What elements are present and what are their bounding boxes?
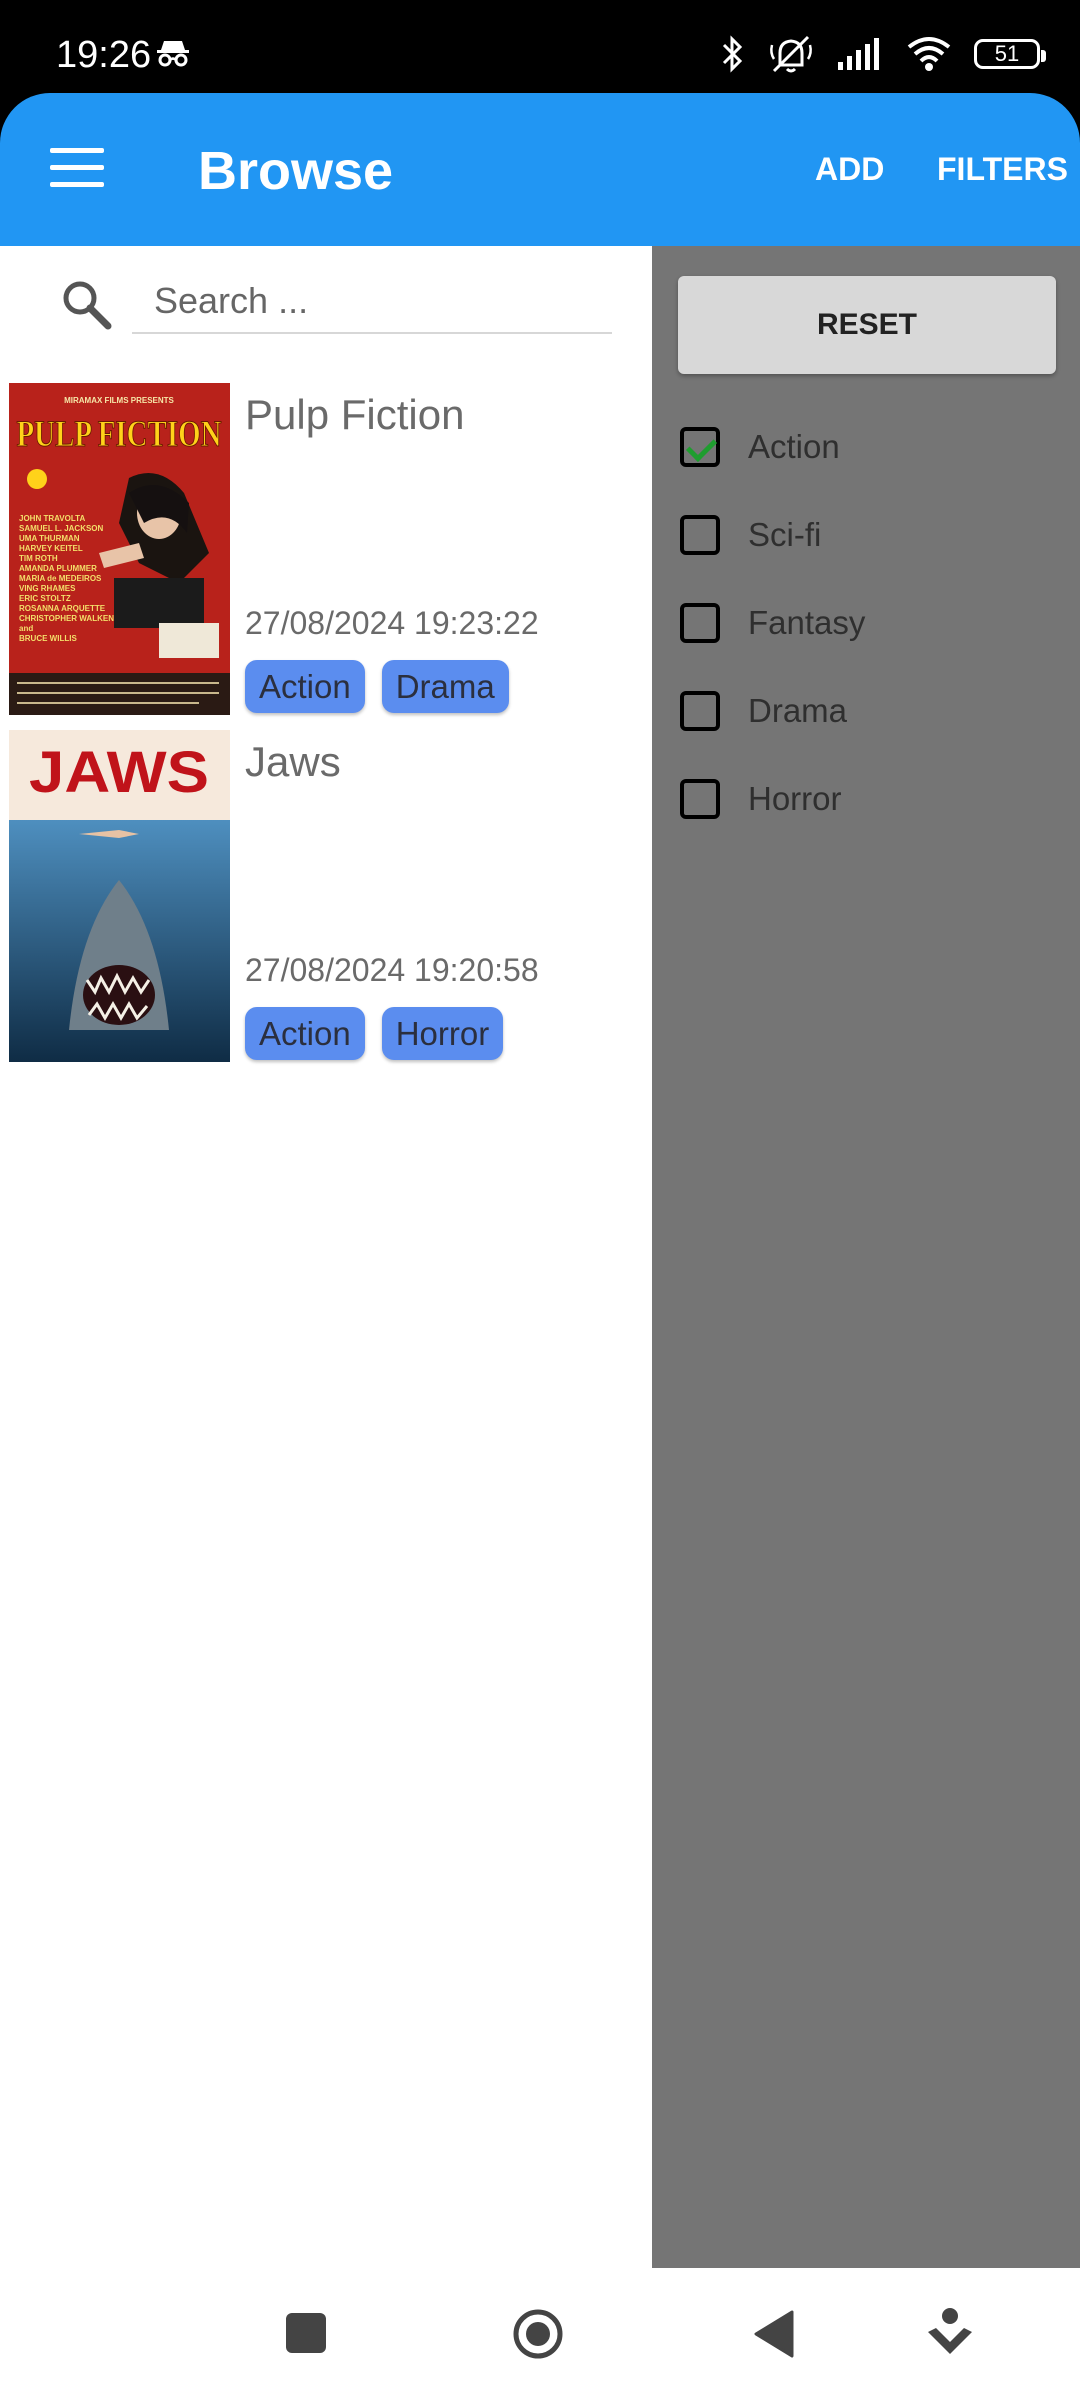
- movie-title: Pulp Fiction: [245, 391, 465, 438]
- tag-list: Action Horror: [245, 1007, 504, 1061]
- svg-text:SAMUEL L. JACKSON: SAMUEL L. JACKSON: [19, 524, 104, 533]
- filter-label: Sci-fi: [748, 516, 822, 553]
- filter-label: Fantasy: [748, 604, 866, 641]
- add-button[interactable]: ADD: [815, 151, 884, 188]
- filter-option-sci-fi[interactable]: Sci-fi: [680, 505, 1060, 565]
- battery-icon: 51: [974, 39, 1046, 69]
- svg-text:ERIC STOLTZ: ERIC STOLTZ: [19, 594, 71, 603]
- checkbox[interactable]: [680, 427, 720, 467]
- battery-level: 51: [994, 41, 1020, 66]
- svg-text:MARIA de MEDEIROS: MARIA de MEDEIROS: [19, 574, 102, 583]
- search-icon: [63, 281, 112, 330]
- svg-text:JOHN TRAVOLTA: JOHN TRAVOLTA: [19, 514, 85, 523]
- poster-title: JAWS: [29, 740, 209, 805]
- wifi-icon: [907, 37, 951, 71]
- incognito-icon: [157, 41, 189, 67]
- checkbox[interactable]: [680, 515, 720, 555]
- status-bar: 19:26 51: [0, 0, 1080, 95]
- checkbox[interactable]: [680, 603, 720, 643]
- home-icon[interactable]: [512, 2308, 564, 2360]
- svg-text:UMA THURMAN: UMA THURMAN: [19, 534, 80, 543]
- recent-apps-icon[interactable]: [286, 2313, 326, 2353]
- filter-label: Drama: [748, 692, 848, 729]
- poster-top-text: MIRAMAX FILMS PRESENTS: [64, 396, 174, 405]
- navigation-bar: [0, 2268, 1080, 2400]
- search-input[interactable]: [132, 270, 612, 334]
- svg-text:BRUCE WILLIS: BRUCE WILLIS: [19, 634, 77, 643]
- bluetooth-icon: [722, 35, 743, 73]
- filter-option-fantasy[interactable]: Fantasy: [680, 593, 1060, 653]
- back-icon[interactable]: [752, 2308, 796, 2360]
- svg-text:TIM ROTH: TIM ROTH: [19, 554, 58, 563]
- filter-option-drama[interactable]: Drama: [680, 681, 1060, 741]
- poster-image: JAWS: [9, 730, 230, 1062]
- filter-panel: RESET Action Sci-fi Fantasy Drama Horror: [652, 246, 1080, 2268]
- list-item[interactable]: JAWS Jaws 27/08/2024 19:20:58 Action Hor…: [0, 730, 652, 1062]
- page-title: Browse: [198, 141, 394, 201]
- svg-text:AMANDA PLUMMER: AMANDA PLUMMER: [19, 564, 97, 573]
- filters-button[interactable]: FILTERS: [937, 151, 1068, 188]
- svg-text:VING RHAMES: VING RHAMES: [19, 584, 76, 593]
- svg-text:and: and: [19, 624, 33, 633]
- poster-image: MIRAMAX FILMS PRESENTS PULP FICTION JOHN…: [9, 383, 230, 715]
- svg-text:HARVEY KEITEL: HARVEY KEITEL: [19, 544, 83, 553]
- filter-option-action[interactable]: Action: [680, 417, 1060, 477]
- genre-tag: Action: [245, 1007, 365, 1061]
- poster-title: PULP FICTION: [17, 414, 222, 455]
- genre-tag: Action: [245, 660, 365, 714]
- menu-icon[interactable]: [50, 148, 104, 188]
- status-icons: 51: [720, 32, 1046, 76]
- checkbox[interactable]: [680, 691, 720, 731]
- signal-icon: [838, 38, 879, 70]
- list-item[interactable]: MIRAMAX FILMS PRESENTS PULP FICTION JOHN…: [0, 383, 652, 715]
- filter-label: Horror: [748, 780, 842, 817]
- tag-list: Action Drama: [245, 660, 509, 714]
- checkbox[interactable]: [680, 779, 720, 819]
- assistant-icon[interactable]: [924, 2306, 976, 2362]
- silent-icon: [770, 35, 812, 73]
- svg-text:CHRISTOPHER WALKEN: CHRISTOPHER WALKEN: [19, 614, 114, 623]
- svg-text:ROSANNA ARQUETTE: ROSANNA ARQUETTE: [19, 604, 106, 613]
- movie-list-area: MIRAMAX FILMS PRESENTS PULP FICTION JOHN…: [0, 246, 652, 2268]
- filter-label: Action: [748, 428, 840, 465]
- movie-title: Jaws: [245, 738, 341, 785]
- movie-date: 27/08/2024 19:23:22: [245, 605, 539, 641]
- genre-tag: Drama: [381, 660, 509, 714]
- filter-option-horror[interactable]: Horror: [680, 769, 1060, 829]
- genre-tag: Horror: [381, 1007, 504, 1061]
- status-time: 19:26: [56, 34, 152, 76]
- reset-button[interactable]: RESET: [678, 276, 1056, 374]
- movie-date: 27/08/2024 19:20:58: [245, 952, 539, 988]
- app-bar: Browse ADD FILTERS: [0, 93, 1080, 246]
